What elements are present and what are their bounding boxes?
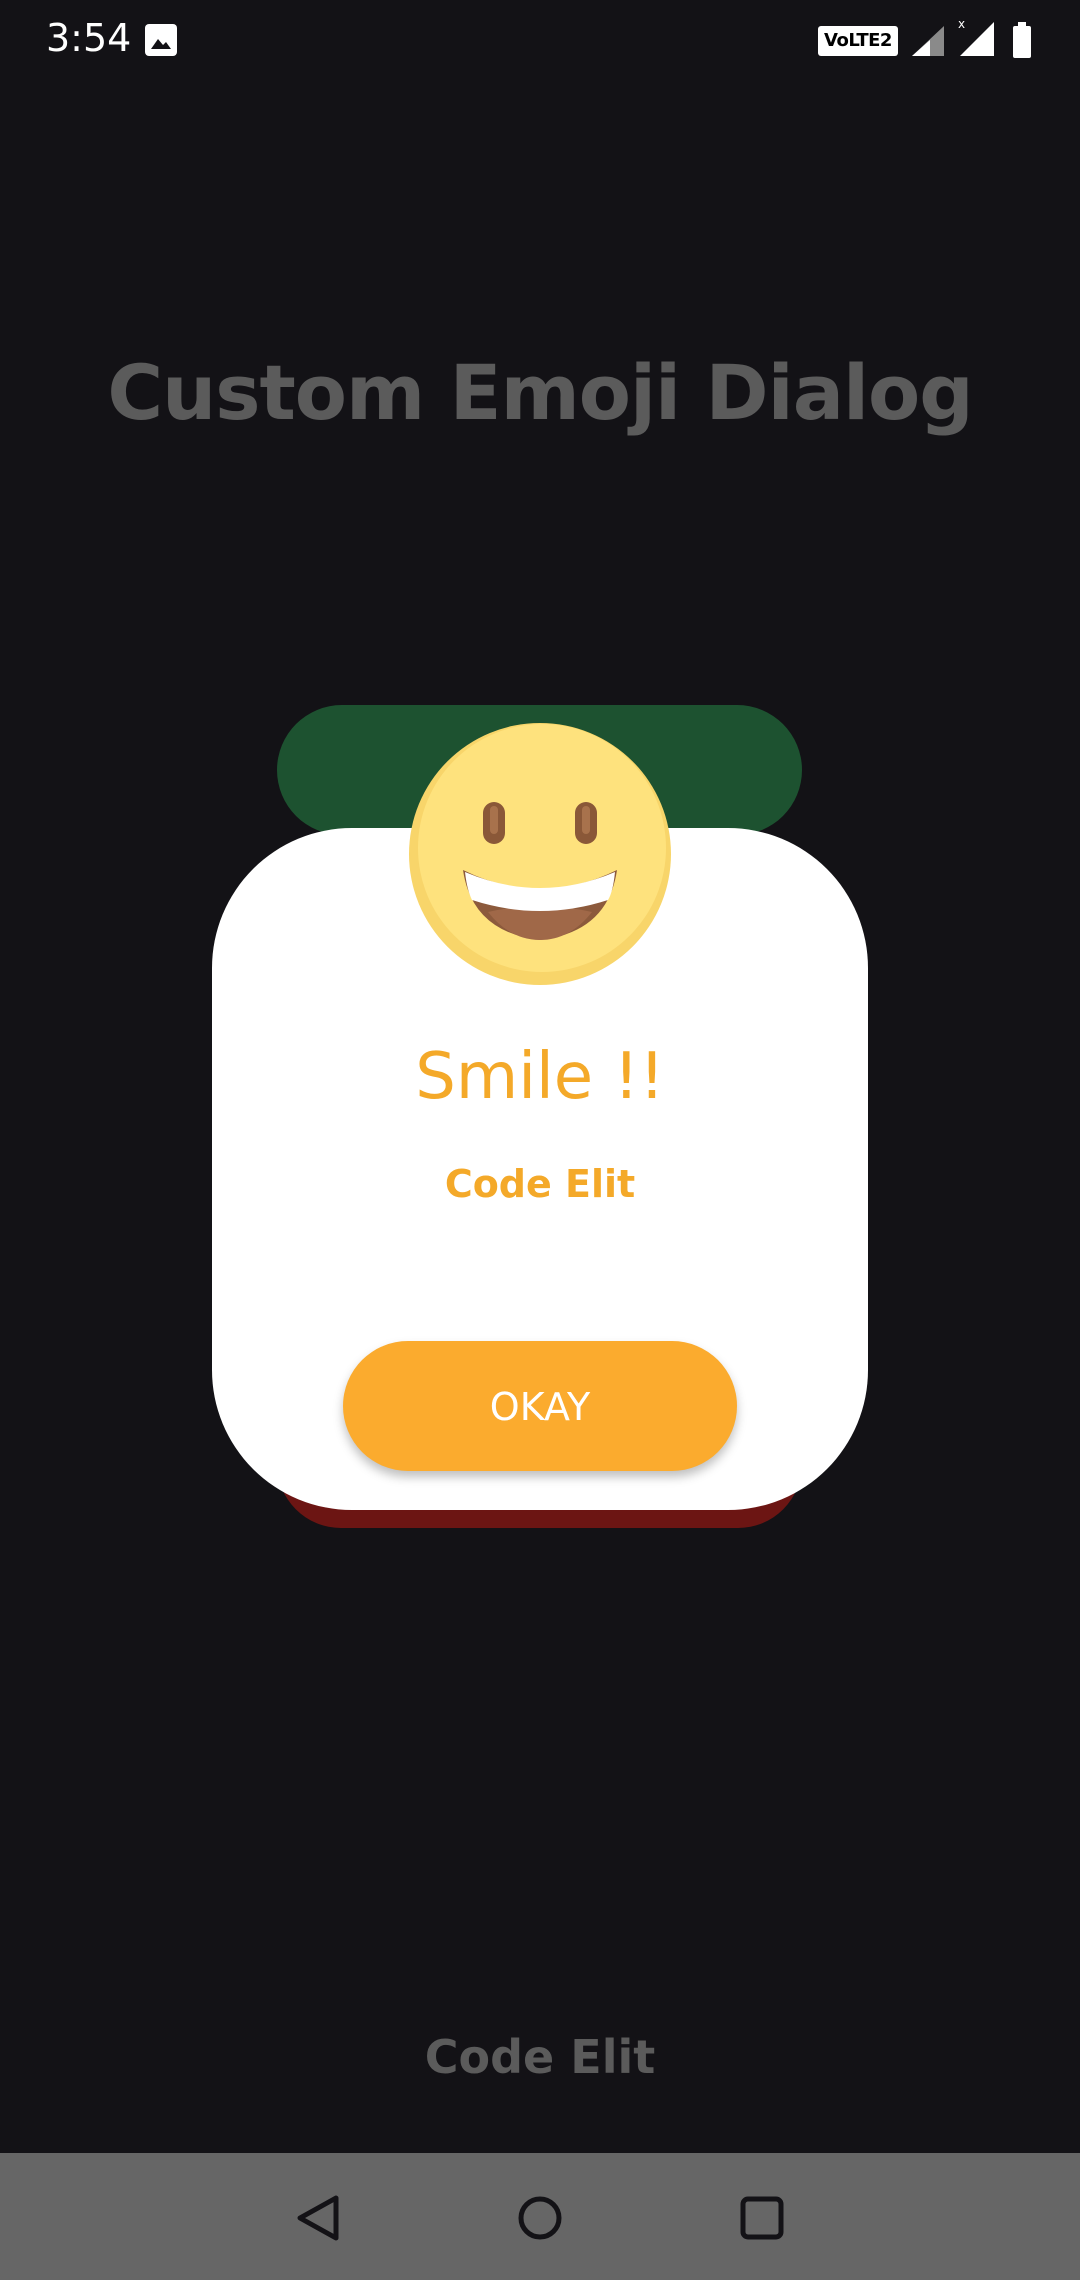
- svg-text:x: x: [958, 18, 965, 31]
- dialog-title: Smile !!: [415, 1040, 665, 1114]
- status-bar: 3:54 VoLTE2 x: [0, 0, 1080, 80]
- status-time: 3:54: [46, 16, 132, 60]
- back-icon[interactable]: [284, 2183, 354, 2253]
- volte-badge: VoLTE2: [818, 26, 898, 56]
- page-title: Custom Emoji Dialog: [107, 348, 973, 437]
- navigation-bar: [0, 2153, 1080, 2280]
- okay-button[interactable]: OKAY: [343, 1341, 737, 1471]
- battery-icon: [1013, 22, 1031, 58]
- home-icon[interactable]: [505, 2183, 575, 2253]
- recents-icon[interactable]: [727, 2183, 797, 2253]
- grinning-face-icon: [409, 723, 671, 985]
- signal-roaming-icon: x: [958, 18, 994, 56]
- footer-label: Code Elit: [424, 2030, 656, 2084]
- okay-button-label: OKAY: [489, 1385, 591, 1429]
- signal-icon: [912, 26, 944, 56]
- dialog-subtitle: Code Elit: [444, 1162, 636, 1206]
- gallery-icon: [145, 24, 177, 56]
